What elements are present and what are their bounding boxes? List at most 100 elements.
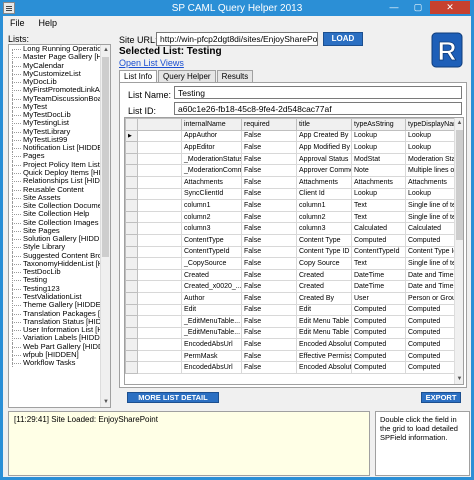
grid-cell[interactable]: False [241,326,297,340]
grid-cell[interactable]: Lookup [351,141,406,154]
grid-row[interactable]: _EditMenuTable... False Edit Menu Table ..… [125,326,456,340]
list-item[interactable]: wfpub [HIDDEN] [9,350,110,360]
grid-row[interactable]: column1 False column1 Text Single line of te… [125,199,456,212]
list-item[interactable]: Translation Packages [HI [9,309,110,318]
grid-cell[interactable] [137,280,182,293]
row-header[interactable] [125,326,138,340]
grid-column-header[interactable]: required [241,118,297,131]
grid-cell[interactable]: column1 [296,199,352,212]
grid-row[interactable]: ContentType False Content Type Computed Comp… [125,233,456,247]
title-bar[interactable]: SP CAML Query Helper 2013 — ▢ ✕ [0,0,474,16]
grid-row[interactable]: _ModerationComm...FalseApprover Comme...… [125,164,456,177]
grid-cell[interactable]: False [241,129,297,143]
row-header[interactable] [125,361,138,375]
grid-cell[interactable] [137,291,182,305]
grid-cell[interactable]: Computed [351,326,406,340]
grid-cell[interactable]: Approval Status [296,152,352,166]
grid-cell[interactable]: False [241,141,297,154]
grid-cell[interactable]: Computed [351,315,406,328]
grid-cell[interactable]: App Modified By [296,141,352,154]
grid-row[interactable]: column2 False column2 Text Single line of te… [125,210,456,224]
grid-cell[interactable] [137,338,182,351]
grid-cell[interactable]: Computed [351,233,406,247]
grid-cell[interactable]: Author [181,291,242,305]
grid-row[interactable]: PermMaskFalseEffective Permissi...Comput… [125,349,456,363]
list-item[interactable]: Site Pages [9,226,110,236]
grid-cell[interactable]: _CopySource [181,257,242,270]
grid-cell[interactable]: ModStat [351,152,406,166]
grid-cell[interactable]: Computed [405,326,456,340]
grid-cell[interactable]: Note [351,164,406,177]
grid-scroll-thumb[interactable] [456,130,463,240]
grid-cell[interactable]: False [241,268,297,282]
grid-cell[interactable]: Computed [351,361,406,375]
grid-row[interactable]: Attachments False Attachments Attachments At… [125,175,456,189]
grid-cell[interactable]: Attachments [351,175,406,189]
grid-cell[interactable]: Computed [351,338,406,351]
row-header[interactable] [125,268,138,282]
menu-help[interactable]: Help [32,18,65,28]
grid-cell[interactable]: False [241,361,297,375]
lists-scrollbar[interactable]: ▲ ▼ [100,45,110,407]
grid-row[interactable]: Created_x0020_... False Created DateTime Dat… [125,280,456,293]
list-item[interactable]: TaxonomyHiddenList [HIDI [9,259,110,269]
grid-cell[interactable]: Computed [405,361,456,375]
grid-scroll-up-icon[interactable]: ▲ [455,118,463,128]
grid-cell[interactable]: False [241,152,297,166]
list-item[interactable]: Master Page Gallery [HID [9,53,110,62]
grid-cell[interactable] [137,233,182,247]
grid-cell[interactable]: column3 [181,222,242,235]
list-item[interactable]: MyCustomizeList [9,69,110,79]
grid-cell[interactable]: Encoded Absolut... [296,361,352,375]
grid-cell[interactable]: False [241,338,297,351]
list-item[interactable]: MyTestDocLib [9,111,110,120]
grid-cell[interactable]: EncodedAbsUrl [181,338,242,351]
grid-row[interactable]: AppEditor False App Modified By Lookup Looku… [125,141,456,154]
minimize-button[interactable]: — [382,1,406,14]
grid-cell[interactable] [137,164,182,177]
list-item[interactable]: Variation Labels [HIDDEN [9,334,110,343]
grid-cell[interactable]: column1 [181,199,242,212]
scroll-thumb[interactable] [102,57,109,257]
grid-row[interactable]: _CopySource False Copy Source Text Single li… [125,257,456,270]
close-button[interactable]: ✕ [430,1,470,14]
grid-column-header[interactable]: typeDisplayName [405,118,456,131]
list-item[interactable]: MyTestList99 [9,135,110,145]
more-list-detail-button[interactable]: MORE LIST DETAIL [127,392,219,403]
list-item[interactable]: MyFirstPromotedLinkApp [9,86,110,95]
list-name-field[interactable]: Testing [174,86,462,99]
grid-cell[interactable]: Computed [351,349,406,363]
grid-cell[interactable]: DateTime [351,280,406,293]
grid-cell[interactable] [137,245,182,259]
list-item[interactable]: Workflow Tasks [9,359,110,368]
row-header[interactable] [125,291,138,305]
list-item[interactable]: MyTeamDiscussionBoard [9,94,110,103]
grid-cell[interactable]: Edit [296,303,352,317]
grid-cell[interactable]: False [241,315,297,328]
list-item[interactable]: Theme Gallery [HIDDEN] [9,301,110,310]
row-header[interactable] [125,349,138,363]
grid-cell[interactable]: Created [181,268,242,282]
grid-cell[interactable]: Text [351,199,406,212]
grid-row[interactable]: Created False Created DateTime Date and Time [125,268,456,282]
grid-cell[interactable] [137,361,182,375]
grid-cell[interactable]: False [241,349,297,363]
row-header[interactable] [125,187,138,201]
grid-row[interactable]: EncodedAbsUrlFalseEncoded Absolut...Comp… [125,361,456,375]
scroll-up-icon[interactable]: ▲ [101,45,110,55]
list-item[interactable]: Testing [9,276,110,285]
row-header[interactable] [125,164,138,177]
grid-cell[interactable]: PermMask [181,349,242,363]
row-header[interactable] [125,141,138,154]
grid-cell[interactable]: Calculated [405,222,456,235]
grid-cell[interactable]: Computed [405,349,456,363]
grid-row[interactable]: _EditMenuTable... False Edit Menu Table ..… [125,315,456,328]
grid-cell[interactable]: False [241,187,297,201]
grid-cell[interactable]: Edit Menu Table ... [296,326,352,340]
grid-cell[interactable]: Created [296,280,352,293]
grid-cell[interactable]: Copy Source [296,257,352,270]
grid-row[interactable]: ContentTypeId False Content Type ID Content… [125,245,456,259]
grid-row[interactable]: _ModerationStatus False Approval Status Mod… [125,152,456,166]
grid-row[interactable]: EncodedAbsUrlFalseEncoded Absolut...Comp… [125,338,456,351]
list-item[interactable]: Site Assets [9,193,110,203]
